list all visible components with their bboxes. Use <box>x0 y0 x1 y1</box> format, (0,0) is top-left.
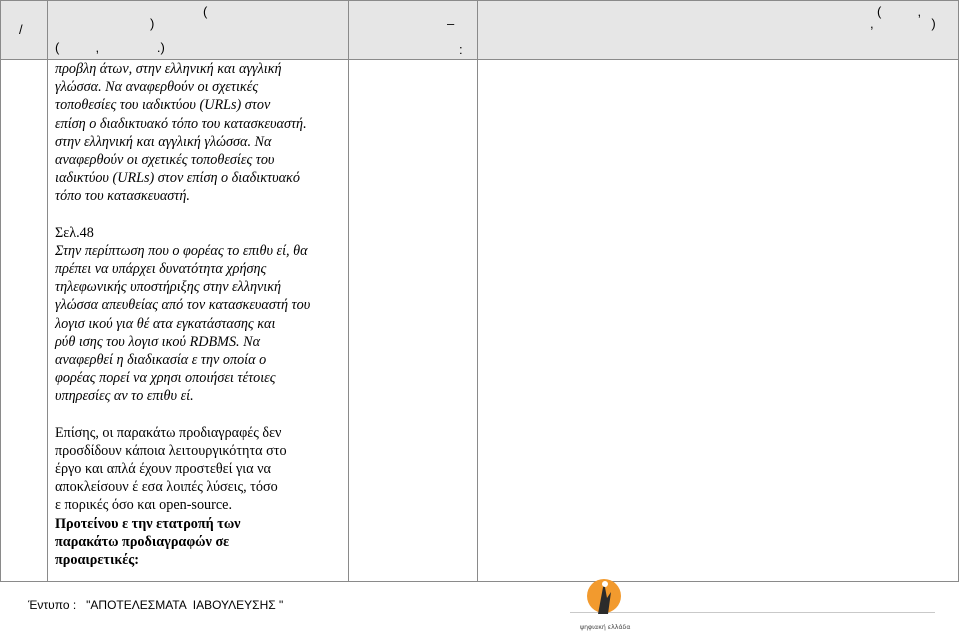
text-line: γλώσσα απευθείας από τον κατασκευαστή το… <box>55 297 311 314</box>
text-line: αποκλείσουν έ εσα λοιπές λύσεις, τόσο <box>55 479 278 496</box>
paragraph-proposal: Προτείνου ε την ετατροπή των παρακάτω πρ… <box>55 515 345 570</box>
header-col2-text: ) <box>150 16 155 31</box>
text-line: ιαδικτύου (URLs) στον επίση ο διαδικτυακ… <box>55 170 300 187</box>
header-col3-text: – <box>447 16 455 31</box>
logo-icon: ψηφιακή ελλάδα <box>580 579 630 631</box>
page-reference: Σελ.48 <box>55 224 94 241</box>
header-row-shade <box>349 1 477 59</box>
header-row-shade <box>1 1 47 59</box>
text-line: τόπο του κατασκευαστή. <box>55 188 190 205</box>
header-col4-text: , ) <box>870 16 936 31</box>
text-line: Προτείνου ε την ετατροπή των <box>55 515 241 532</box>
header-col2-text: ( , .) <box>55 40 165 55</box>
text-line: λογισ ικού για θέ ατα εγκατάστασης και <box>55 315 276 332</box>
grid-line <box>0 0 1 582</box>
paragraph-urls: προβλη άτων, στην ελληνική και αγγλική γ… <box>55 60 345 206</box>
text-line: αναφερθεί η διαδικασία ε την οποία ο <box>55 352 267 369</box>
text-line: ρύθ ισης του λογισ ικού RDBMS. Να <box>55 333 261 350</box>
text-line: προαιρετικές: <box>55 552 140 569</box>
text-line: έργο και απλά έχουν προστεθεί για να <box>55 461 271 478</box>
text-line: πρέπει να υπάρχει δυνατότητα χρήσης <box>55 261 267 278</box>
text-line: προσδίδουν κάποια λειτουργικότητα στο <box>55 442 287 459</box>
text-line: παρακάτω προδιαγραφών σε <box>55 533 230 550</box>
text-line: επίση ο διαδικτυακό τόπο του κατασκευαστ… <box>55 115 307 132</box>
text-line: αναφερθούν οι σχετικές τοποθεσίες του <box>55 152 275 169</box>
logo-caption: ψηφιακή ελλάδα <box>580 623 630 631</box>
text-line: φορέας πορεί να χρησι οποιήσει τέτοιες <box>55 370 276 387</box>
text-line: Επίσης, οι παρακάτω προδιαγραφές δεν <box>55 424 282 441</box>
text-line: γλώσσα. Να αναφερθούν οι σχετικές <box>55 79 259 96</box>
text-line: στην ελληνική και αγγλική γλώσσα. Να <box>55 133 272 150</box>
comment-cell-content: προβλη άτων, στην ελληνική και αγγλική γ… <box>55 60 345 569</box>
footer-form-label: Έντυπο : "ΑΠΟΤΕΛΕΣΜΑΤΑ ΙΑΒΟΥΛΕΥΣΗΣ " <box>28 598 284 612</box>
header-col1-text: / <box>19 22 23 37</box>
header-col2-text: ( <box>203 4 208 19</box>
paragraph-support: Στην περίπτωση που ο φορέας το επιθυ εί,… <box>55 242 345 406</box>
text-line: τοποθεσίες του ιαδικτύου (URLs) στον <box>55 97 271 114</box>
header-col3-text: : <box>459 42 463 57</box>
grid-line <box>0 0 959 1</box>
grid-line <box>0 581 959 582</box>
text-line: υπηρεσίες αν το επιθυ εί. <box>55 388 194 405</box>
grid-line <box>348 0 349 582</box>
paragraph-comment: Επίσης, οι παρακάτω προδιαγραφές δεν προ… <box>55 424 345 515</box>
text-line: προβλη άτων, στην ελληνική και αγγλική <box>55 61 282 77</box>
grid-line <box>477 0 478 582</box>
grid-line <box>47 0 48 582</box>
text-line: Στην περίπτωση που ο φορέας το επιθυ εί,… <box>55 242 308 259</box>
text-line: τηλεφωνικής υποστήριξης στην ελληνική <box>55 279 282 296</box>
digital-greece-logo: ψηφιακή ελλάδα <box>574 572 644 632</box>
text-line: ε πορικές όσο και open-source. <box>55 497 233 514</box>
grid-line <box>958 0 959 582</box>
